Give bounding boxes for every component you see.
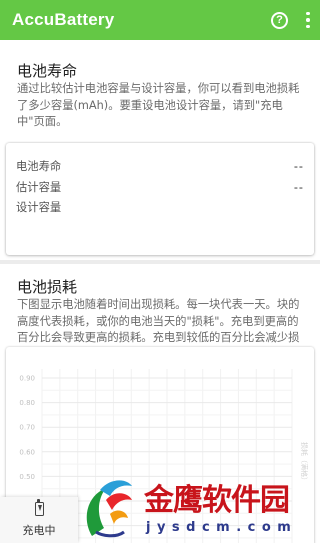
info-label: 电池寿命	[16, 160, 62, 173]
eagle-logo	[86, 480, 132, 538]
info-label: 设计容量	[16, 201, 62, 214]
watermark: 金鹰软件园 jysdcm.com	[72, 470, 320, 543]
watermark-url: jysdcm.com	[146, 520, 298, 535]
battery-wear-title: 电池损耗	[17, 278, 78, 296]
app-title: AccuBattery	[12, 10, 115, 29]
y-tick-label: 0.50	[19, 473, 35, 481]
help-icon[interactable]: ?	[271, 11, 288, 29]
info-row-estimated-capacity: 估计容量 --	[16, 178, 304, 196]
battery-health-title: 电池寿命	[17, 62, 78, 80]
info-value: --	[293, 180, 304, 194]
y-tick-label: 0.90	[19, 375, 35, 383]
more-options-icon[interactable]	[306, 11, 310, 29]
info-label: 估计容量	[16, 181, 62, 194]
tab-charging-label: 充电中	[22, 524, 56, 537]
y-tick-label: 0.60	[19, 448, 35, 456]
info-row-health: 电池寿命 --	[16, 157, 304, 175]
info-value: --	[293, 159, 304, 173]
y-tick-label: 0.70	[19, 424, 35, 432]
watermark-text: 金鹰软件园	[144, 483, 290, 518]
tab-charging[interactable]: 充电中	[0, 497, 78, 543]
app-bar: AccuBattery ?	[0, 0, 320, 40]
info-row-design-capacity[interactable]: 设计容量	[16, 198, 304, 216]
battery-health-card: 电池寿命 通过比较估计电池容量与设计容量，你可以看到电池损耗了多少容量(mAh)…	[0, 40, 320, 260]
battery-health-description: 通过比较估计电池容量与设计容量，你可以看到电池损耗了多少容量(mAh)。要重设电…	[17, 82, 300, 128]
y-tick-label: 0.80	[19, 399, 35, 407]
battery-charging-icon	[34, 499, 44, 516]
battery-health-info-box: 电池寿命 -- 估计容量 -- 设计容量	[6, 143, 314, 255]
